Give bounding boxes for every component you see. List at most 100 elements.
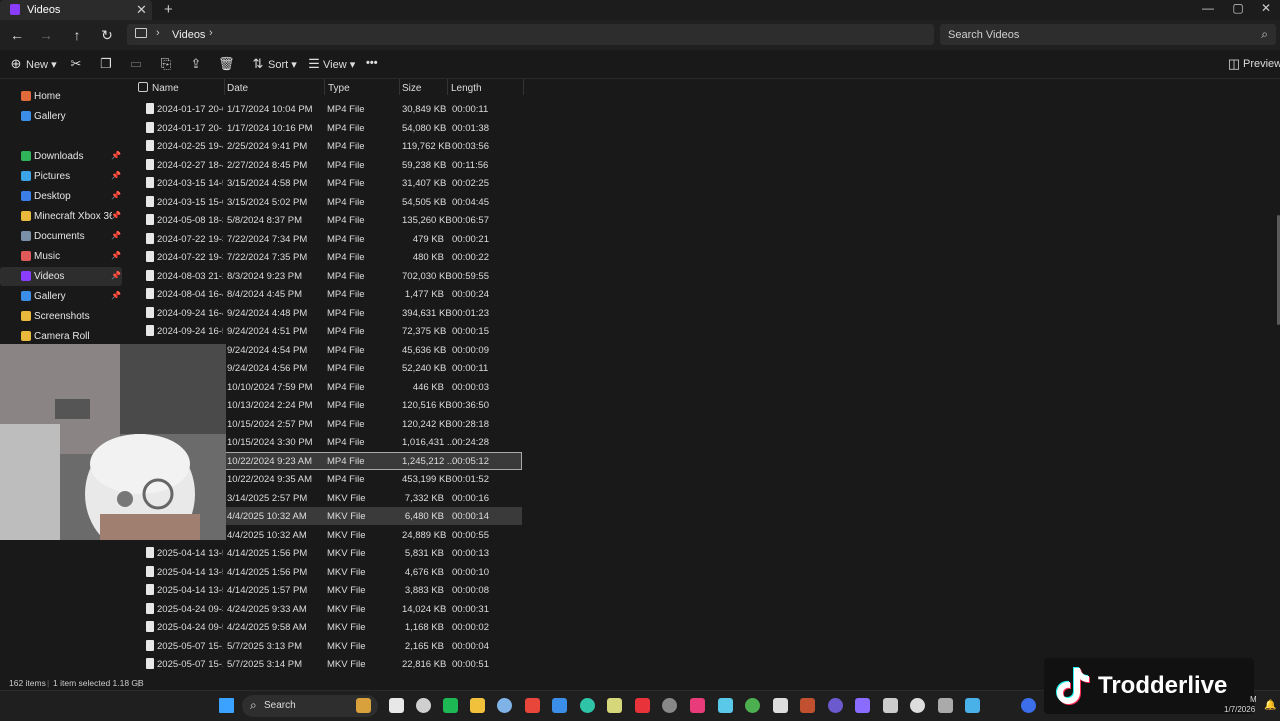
file-name-cell[interactable]: 2024-03-15 14-5...: [144, 174, 224, 192]
youtube-icon[interactable]: [635, 698, 650, 713]
sidebar-item-downloads[interactable]: Downloads 📌: [0, 147, 122, 166]
table-row[interactable]: 3/15/2024 4:58 PM MP4 File 31,407 KB 00:02:…: [224, 174, 522, 192]
table-row[interactable]: 10/10/2024 7:59 PM MP4 File 446 KB 00:00:03: [224, 378, 522, 396]
file-name-cell[interactable]: 2024-01-17 20-1...: [144, 119, 224, 137]
column-divider[interactable]: [447, 79, 448, 95]
table-row[interactable]: 9/24/2024 4:51 PM MP4 File 72,375 KB 00:00:…: [224, 322, 522, 340]
sidebar-item-gallery[interactable]: Gallery: [0, 107, 122, 126]
view-icon[interactable]: ☰: [306, 56, 322, 72]
react-icon[interactable]: [718, 698, 733, 713]
gamepad-icon[interactable]: [855, 698, 870, 713]
table-row[interactable]: 7/22/2024 7:34 PM MP4 File 479 KB 00:00:21: [224, 230, 522, 248]
table-row[interactable]: 4/14/2025 1:56 PM MKV File 4,676 KB 00:00:1…: [224, 563, 522, 581]
column-name[interactable]: Name: [152, 83, 179, 94]
minecraft-icon[interactable]: [745, 698, 760, 713]
table-row[interactable]: 10/22/2024 9:35 AM MP4 File 453,199 KB 00:0…: [224, 470, 522, 488]
sidebar-item-home[interactable]: Home: [0, 87, 122, 106]
media-icon[interactable]: [690, 698, 705, 713]
file-name-cell[interactable]: 2025-04-24 09-3...: [144, 600, 224, 618]
file-name-cell[interactable]: 2024-03-15 15-0...: [144, 193, 224, 211]
spotify-icon[interactable]: [443, 698, 458, 713]
table-row[interactable]: 1/17/2024 10:04 PM MP4 File 30,849 KB 00:00…: [224, 100, 522, 118]
search-box[interactable]: ⌕: [940, 24, 1276, 45]
pin-icon[interactable]: 📌: [111, 151, 121, 160]
copy-icon[interactable]: ❐: [98, 56, 114, 72]
chevron-right-icon[interactable]: ›: [209, 27, 213, 39]
table-row[interactable]: 7/22/2024 7:35 PM MP4 File 480 KB 00:00:22: [224, 248, 522, 266]
chrome-icon[interactable]: [525, 698, 540, 713]
widgets-icon[interactable]: [356, 698, 371, 713]
discord-icon[interactable]: [389, 698, 404, 713]
file-name-cell[interactable]: 2024-02-25 19-4...: [144, 137, 224, 155]
table-row[interactable]: 4/14/2025 1:57 PM MKV File 3,883 KB 00:00:0…: [224, 581, 522, 599]
table-row[interactable]: 5/7/2025 3:14 PM MKV File 22,816 KB 00:00:5…: [224, 655, 522, 673]
delete-icon[interactable]: 🗑: [218, 56, 235, 72]
file-name-cell[interactable]: 2025-05-07 15-1...: [144, 637, 224, 655]
sidebar-item-documents[interactable]: Documents 📌: [0, 227, 122, 246]
file-name-cell[interactable]: 2024-08-04 16-4...: [144, 285, 224, 303]
preview-button[interactable]: Preview: [1243, 58, 1280, 70]
refresh-icon[interactable]: ↻: [97, 27, 117, 44]
maximize-button[interactable]: ▢: [1223, 1, 1253, 15]
file-name-cell[interactable]: 2024-09-24 16-5...: [144, 322, 224, 340]
column-date[interactable]: Date: [227, 83, 248, 94]
table-row[interactable]: 10/22/2024 9:23 AM MP4 File 1,245,212 ... 0…: [224, 451, 522, 470]
notification-icon[interactable]: 🔔: [1264, 700, 1276, 711]
column-divider[interactable]: [324, 79, 325, 95]
sidebar-item-pictures[interactable]: Pictures 📌: [0, 167, 122, 186]
preview-pane-icon[interactable]: ◫: [1226, 56, 1242, 72]
table-row[interactable]: 2/25/2024 9:41 PM MP4 File 119,762 KB 00:03…: [224, 137, 522, 155]
app-icon[interactable]: [965, 698, 980, 713]
sidebar-item-music[interactable]: Music 📌: [0, 247, 122, 266]
column-type[interactable]: Type: [328, 83, 350, 94]
column-divider[interactable]: [523, 79, 524, 95]
table-row[interactable]: 4/4/2025 10:32 AM MKV File 6,480 KB 00:00:1…: [224, 507, 522, 525]
breadcrumb[interactable]: Videos: [172, 29, 205, 41]
share-icon[interactable]: ⇪: [188, 56, 204, 72]
table-row[interactable]: 3/15/2024 5:02 PM MP4 File 54,505 KB 00:04:…: [224, 193, 522, 211]
new-button[interactable]: New ▾: [26, 58, 57, 71]
sidebar-item-gallery[interactable]: Gallery 📌: [0, 287, 122, 306]
table-row[interactable]: 10/13/2024 2:24 PM MP4 File 120,516 KB 00:3…: [224, 396, 522, 414]
back-arrow-icon[interactable]: ←: [7, 27, 27, 43]
table-row[interactable]: 4/4/2025 10:32 AM MKV File 24,889 KB 00:00:…: [224, 526, 522, 544]
paste-icon[interactable]: ▭: [128, 56, 144, 72]
app-icon[interactable]: [1021, 698, 1036, 713]
file-name-cell[interactable]: 2025-04-14 13-5...: [144, 563, 224, 581]
address-bar[interactable]: › Videos ›: [127, 24, 934, 45]
file-name-cell[interactable]: 2024-08-03 21-2...: [144, 267, 224, 285]
sidebar-item-desktop[interactable]: Desktop 📌: [0, 187, 122, 206]
chevron-right-icon[interactable]: ›: [156, 27, 160, 39]
file-name-cell[interactable]: 2024-07-22 19-3...: [144, 230, 224, 248]
file-name-cell[interactable]: 2024-09-24 16-4...: [144, 304, 224, 322]
view-button[interactable]: View ▾: [323, 58, 355, 71]
this-pc-icon[interactable]: [135, 28, 147, 38]
table-row[interactable]: 4/24/2025 9:58 AM MKV File 1,168 KB 00:00:0…: [224, 618, 522, 636]
app-icon[interactable]: [662, 698, 677, 713]
column-size[interactable]: Size: [402, 83, 421, 94]
table-row[interactable]: 10/15/2024 2:57 PM MP4 File 120,242 KB 00:2…: [224, 415, 522, 433]
table-row[interactable]: 5/8/2024 8:37 PM MP4 File 135,260 KB 00:06:…: [224, 211, 522, 229]
table-row[interactable]: 10/15/2024 3:30 PM MP4 File 1,016,431 ... 0…: [224, 433, 522, 451]
app-icon[interactable]: [828, 698, 843, 713]
start-icon[interactable]: [219, 698, 234, 713]
table-row[interactable]: 3/14/2025 2:57 PM MKV File 7,332 KB 00:00:1…: [224, 489, 522, 507]
pin-icon[interactable]: 📌: [111, 191, 121, 200]
table-row[interactable]: 9/24/2024 4:56 PM MP4 File 52,240 KB 00:00:…: [224, 359, 522, 377]
table-row[interactable]: 8/4/2024 4:45 PM MP4 File 1,477 KB 00:00:24: [224, 285, 522, 303]
search-input[interactable]: [946, 26, 1250, 44]
sidebar-item-videos[interactable]: Videos 📌: [0, 267, 122, 286]
table-row[interactable]: 9/24/2024 4:48 PM MP4 File 394,631 KB 00:01…: [224, 304, 522, 322]
app-icon[interactable]: [910, 698, 925, 713]
more-options-button[interactable]: •••: [366, 57, 378, 69]
file-explorer-icon[interactable]: [470, 698, 485, 713]
file-name-cell[interactable]: 2024-05-08 18-3...: [144, 211, 224, 229]
file-name-cell[interactable]: 2024-01-17 20-0...: [144, 100, 224, 118]
file-name-cell[interactable]: 2025-04-14 13-5...: [144, 544, 224, 562]
table-row[interactable]: 4/14/2025 1:56 PM MKV File 5,831 KB 00:00:1…: [224, 544, 522, 562]
plus-circle-icon[interactable]: ⊕: [8, 56, 24, 72]
pin-icon[interactable]: 📌: [111, 171, 121, 180]
app-icon[interactable]: [883, 698, 898, 713]
cut-icon[interactable]: ✂: [68, 56, 84, 72]
app-icon[interactable]: [938, 698, 953, 713]
